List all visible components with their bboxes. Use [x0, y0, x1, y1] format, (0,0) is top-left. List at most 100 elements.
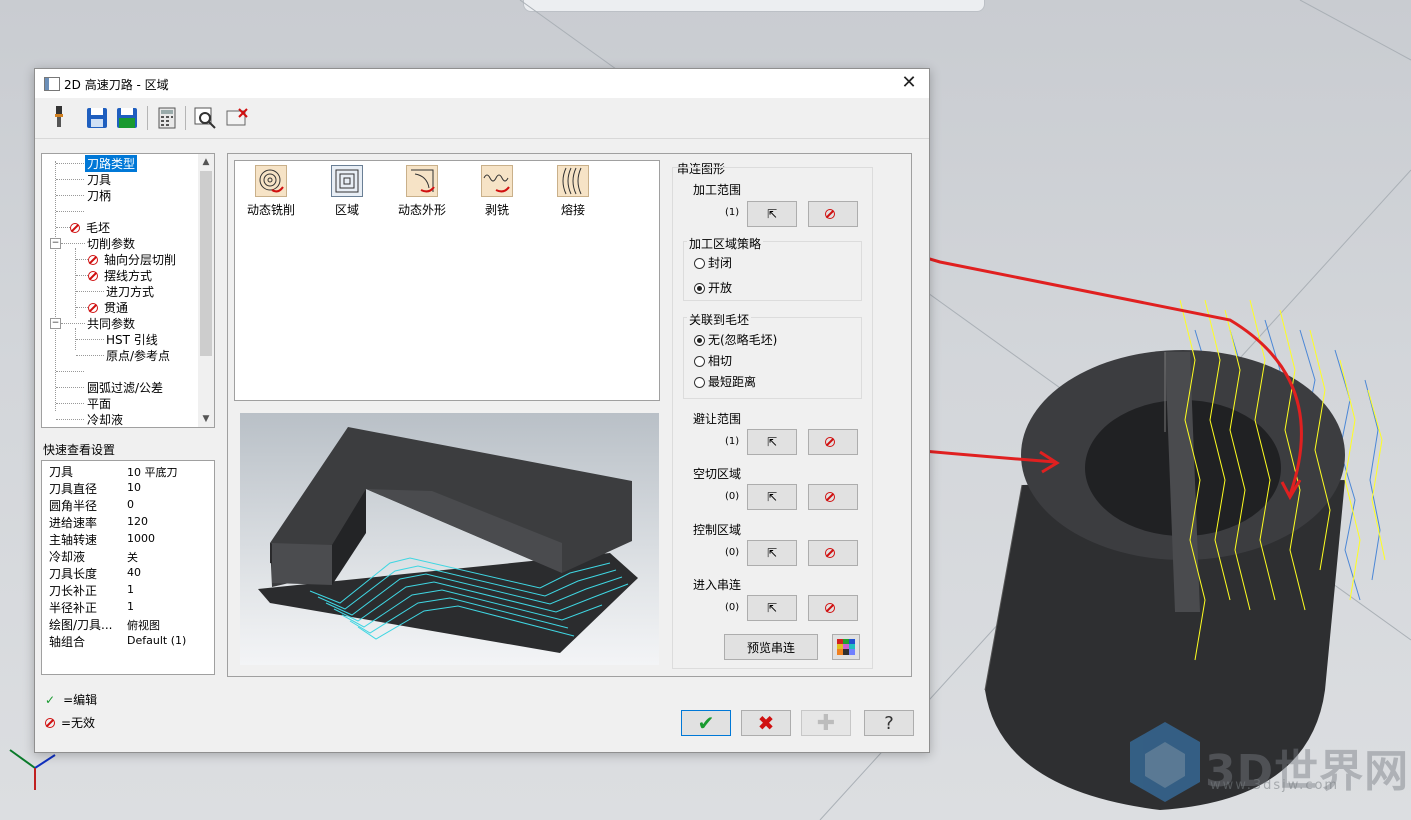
radio-icon [694, 377, 705, 388]
type-blend[interactable]: 熔接 [543, 165, 603, 218]
close-doc-icon[interactable] [225, 105, 249, 131]
cursor-icon: ⇱ [766, 546, 778, 560]
qv-value: 0 [127, 498, 134, 511]
stock-shortest-radio[interactable]: 最短距离 [694, 373, 756, 390]
radio-selected-icon [694, 335, 705, 346]
tree-item-arc-filter[interactable]: 圆弧过滤/公差 [87, 379, 163, 396]
avoid-count: (1) [725, 436, 740, 447]
invalid-icon [45, 718, 55, 728]
cursor-icon: ⇱ [766, 490, 778, 504]
save-icon[interactable] [85, 105, 109, 131]
type-dynamic-mill[interactable]: 动态铣削 [241, 165, 301, 218]
tree-item-planes[interactable]: 平面 [87, 395, 111, 412]
scroll-thumb[interactable] [200, 171, 212, 356]
clear-icon [825, 209, 835, 219]
apply-button[interactable]: ✚ [801, 710, 851, 736]
type-dynamic-contour[interactable]: 动态外形 [392, 165, 452, 218]
invalid-icon [70, 223, 80, 233]
tool-icon[interactable] [47, 105, 71, 131]
tree-expander-linking[interactable]: − [50, 318, 61, 329]
tree-item-entry-motion[interactable]: 进刀方式 [106, 283, 154, 300]
strategy-closed-radio[interactable]: 封闭 [694, 254, 732, 271]
stock-label: 关联到毛坯 [687, 311, 752, 328]
qv-value: 1 [127, 600, 134, 613]
tree-item-linking-params[interactable]: 共同参数 [87, 315, 135, 332]
cancel-button[interactable]: ✖ [741, 710, 791, 736]
qv-value: 40 [127, 566, 141, 579]
tree-item-coolant[interactable]: 冷却液 [87, 411, 123, 427]
scroll-up-icon[interactable]: ▲ [198, 154, 214, 170]
avoid-label: 避让范围 [693, 412, 742, 426]
save-as-icon[interactable] [115, 105, 139, 131]
preview-icon[interactable] [193, 105, 217, 131]
toolpath-type-list[interactable]: 动态铣削 区域 动态外形 剥铣 熔接 [234, 160, 660, 401]
tree-item-depth-cuts[interactable]: 轴向分层切削 [88, 251, 176, 268]
select-entry-chain-button[interactable]: ⇱ [747, 595, 797, 621]
machining-range-count: (1) [725, 207, 740, 218]
clear-entry-chain-button[interactable] [808, 595, 858, 621]
invalid-icon [88, 255, 98, 265]
plus-icon: ✚ [816, 710, 836, 736]
type-area[interactable]: 区域 [317, 165, 377, 218]
watermark-url: www.3dsjw.com [1210, 778, 1340, 793]
qv-key: 冷却液 [49, 550, 86, 564]
tree-item-trochoidal[interactable]: 摆线方式 [88, 267, 152, 284]
check-icon: ✔ [697, 711, 715, 735]
dynamic-contour-icon [406, 165, 438, 197]
palette-icon [837, 639, 855, 655]
cancel-icon: ✖ [757, 711, 775, 735]
tree-item-hst-leads[interactable]: HST 引线 [106, 331, 158, 348]
stock-none-radio[interactable]: 无(忽略毛坯) [694, 331, 777, 348]
help-icon: ? [884, 712, 894, 734]
qv-key: 进给速率 [49, 516, 98, 530]
qv-value: 关 [127, 551, 138, 564]
stock-tangent-radio[interactable]: 相切 [694, 352, 732, 369]
tree-scrollbar[interactable]: ▲ ▼ [198, 154, 214, 427]
clear-air-region-button[interactable] [808, 484, 858, 510]
tree-item-cut-params[interactable]: 切削参数 [87, 235, 135, 252]
cursor-icon: ⇱ [766, 207, 778, 221]
select-machining-range-button[interactable]: ⇱ [747, 201, 797, 227]
preview-chain-button[interactable]: 预览串连 [724, 634, 818, 660]
area-icon [331, 165, 363, 197]
parameter-tree[interactable]: 刀路类型 刀具 刀柄 毛坯 − 切削参数 轴向分层切削 摆线方式 进刀方式 贯通… [41, 153, 215, 428]
strategy-label: 加工区域策略 [687, 235, 764, 252]
calculator-icon[interactable] [155, 105, 179, 131]
help-button[interactable]: ? [864, 710, 914, 736]
qv-key: 圆角半径 [49, 499, 98, 513]
strategy-open-radio[interactable]: 开放 [694, 279, 732, 296]
qv-value: 10 平底刀 [127, 466, 178, 479]
select-avoid-button[interactable]: ⇱ [747, 429, 797, 455]
select-air-region-button[interactable]: ⇱ [747, 484, 797, 510]
tree-item-home-ref[interactable]: 原点/参考点 [106, 347, 170, 364]
dynamic-mill-icon [255, 165, 287, 197]
legend-edit: ✓ =编辑 [45, 693, 98, 707]
tree-item-stock[interactable]: 毛坯 [70, 219, 110, 236]
dialog-toolbar [35, 98, 929, 139]
clear-avoid-button[interactable] [808, 429, 858, 455]
tree-expander-cut-params[interactable]: − [50, 238, 61, 249]
clear-machining-range-button[interactable] [808, 201, 858, 227]
clear-icon [825, 492, 835, 502]
radio-selected-icon [694, 283, 705, 294]
qv-value: 10 [127, 481, 141, 494]
tree-item-tool[interactable]: 刀具 [87, 171, 111, 188]
window-title: 2D 高速刀路 - 区域 [64, 78, 169, 92]
close-button[interactable]: ✕ [897, 72, 921, 94]
qv-value: 俯视图 [127, 619, 160, 632]
scroll-down-icon[interactable]: ▼ [198, 411, 214, 427]
quick-view-label: 快速查看设置 [43, 443, 116, 457]
color-palette-button[interactable] [832, 634, 860, 660]
tree-item-break-through[interactable]: 贯通 [88, 299, 128, 316]
type-peel-mill[interactable]: 剥铣 [467, 165, 527, 218]
clear-control-region-button[interactable] [808, 540, 858, 566]
check-icon: ✓ [45, 693, 56, 707]
qv-key: 半径补正 [49, 601, 98, 615]
tree-item-holder[interactable]: 刀柄 [87, 187, 111, 204]
tree-item-toolpath-type[interactable]: 刀路类型 [85, 155, 138, 172]
ok-button[interactable]: ✔ [681, 710, 731, 736]
qv-key: 刀具长度 [49, 567, 98, 581]
control-region-count: (0) [725, 547, 740, 558]
select-control-region-button[interactable]: ⇱ [747, 540, 797, 566]
clear-icon [825, 603, 835, 613]
